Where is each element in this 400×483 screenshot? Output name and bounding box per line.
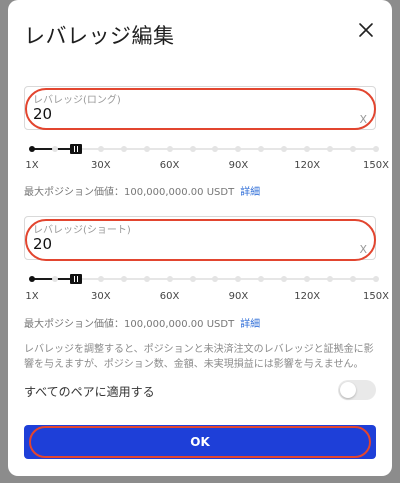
- slider-step-dot: [235, 146, 242, 152]
- slider-step-dot: [327, 276, 334, 282]
- slider-step-dot: [189, 276, 196, 282]
- slider-tick-label[interactable]: 30X: [91, 291, 111, 302]
- long-leverage-field[interactable]: レバレッジ(ロング) X: [24, 86, 376, 130]
- short-max-position: 最大ポジション価値：100,000,000.00 USDT 詳細: [24, 315, 260, 330]
- short-slider-ticks: 1X 30X 60X 90X 120X 150X: [24, 291, 389, 305]
- long-max-position: 最大ポジション価値：100,000,000.00 USDT 詳細: [24, 183, 260, 198]
- slider-step-dot: [258, 276, 265, 282]
- slider-tick-label[interactable]: 120X: [294, 160, 320, 171]
- slider-step-dot: [166, 276, 173, 282]
- long-details-link[interactable]: 詳細: [240, 187, 260, 198]
- slider-tick-label[interactable]: 90X: [229, 291, 249, 302]
- long-leverage-input[interactable]: [33, 103, 333, 125]
- short-leverage-field[interactable]: レバレッジ(ショート) X: [24, 216, 376, 260]
- slider-step-dot: [97, 276, 104, 282]
- slider-step-dot: [212, 276, 219, 282]
- slider-step-dot: [212, 146, 219, 152]
- short-leverage-input[interactable]: [33, 233, 333, 255]
- short-leverage-slider[interactable]: [29, 273, 379, 285]
- slider-step-dot: [258, 146, 265, 152]
- slider-tick-label[interactable]: 1X: [25, 291, 38, 302]
- short-details-link[interactable]: 詳細: [240, 319, 260, 330]
- leverage-note: レバレッジを調整すると、ポジションと未決済注文のレバレッジと証拠金に影響を与えま…: [24, 344, 374, 370]
- short-max-position-text: 最大ポジション価値：100,000,000.00 USDT: [24, 319, 235, 330]
- long-leverage-unit: X: [359, 113, 367, 126]
- ok-button[interactable]: OK: [24, 425, 376, 459]
- slider-step-dot: [373, 146, 379, 152]
- long-slider-ticks: 1X 30X 60X 90X 120X 150X: [24, 160, 389, 174]
- slider-step-dot: [51, 146, 58, 152]
- slider-step-dot: [235, 276, 242, 282]
- slider-step-dot: [166, 146, 173, 152]
- slider-step-dot: [51, 276, 58, 282]
- slider-step-dot: [281, 276, 288, 282]
- long-leverage-slider[interactable]: [29, 143, 379, 155]
- slider-step-dot: [281, 146, 288, 152]
- slider-track: [32, 148, 376, 150]
- slider-step-dot: [143, 276, 150, 282]
- slider-start-dot: [29, 276, 35, 282]
- modal-title: レバレッジ編集: [24, 24, 175, 48]
- slider-step-dot: [97, 146, 104, 152]
- slider-handle[interactable]: [69, 144, 82, 154]
- slider-step-dot: [304, 276, 311, 282]
- slider-step-dot: [350, 146, 357, 152]
- slider-tick-label[interactable]: 30X: [91, 160, 111, 171]
- leverage-edit-modal: レバレッジ編集 レバレッジ(ロング) X 1X 30X 60X 90X 120X 150X…: [8, 0, 392, 476]
- slider-tick-label[interactable]: 1X: [25, 160, 38, 171]
- slider-track: [32, 278, 376, 280]
- close-icon[interactable]: [358, 22, 374, 38]
- long-max-position-text: 最大ポジション価値：100,000,000.00 USDT: [24, 187, 235, 198]
- slider-tick-label[interactable]: 60X: [160, 291, 180, 302]
- slider-tick-label[interactable]: 150X: [363, 160, 389, 171]
- slider-step-dot: [189, 146, 196, 152]
- slider-step-dot: [373, 276, 379, 282]
- slider-tick-label[interactable]: 120X: [294, 291, 320, 302]
- slider-tick-label[interactable]: 90X: [229, 160, 249, 171]
- slider-step-dot: [120, 146, 127, 152]
- apply-all-toggle[interactable]: [338, 380, 376, 400]
- toggle-knob: [340, 382, 356, 398]
- slider-step-dot: [143, 146, 150, 152]
- apply-all-label: すべてのペアに適用する: [24, 385, 155, 399]
- slider-handle[interactable]: [69, 274, 82, 284]
- slider-step-dot: [120, 276, 127, 282]
- slider-step-dot: [350, 276, 357, 282]
- slider-step-dot: [304, 146, 311, 152]
- slider-tick-label[interactable]: 150X: [363, 291, 389, 302]
- slider-start-dot: [29, 146, 35, 152]
- slider-step-dot: [327, 146, 334, 152]
- slider-tick-label[interactable]: 60X: [160, 160, 180, 171]
- short-leverage-unit: X: [359, 243, 367, 256]
